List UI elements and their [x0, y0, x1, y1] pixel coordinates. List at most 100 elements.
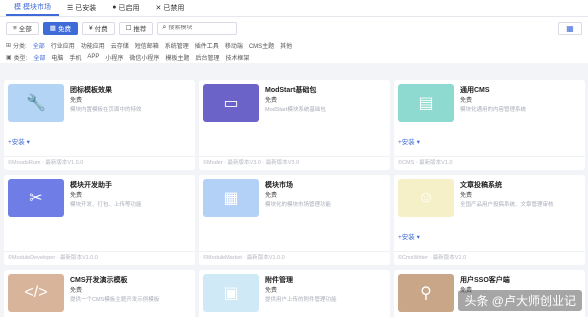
button-label: 免费: [57, 26, 71, 33]
module-icon: ✂: [29, 190, 43, 207]
tab-label: 已禁用: [163, 4, 185, 12]
module-price: 免费: [70, 288, 83, 294]
type-option[interactable]: 后台管理: [195, 53, 219, 62]
module-card[interactable]: ▣ 附件管理 免费 提供用户上传的附件管理功能: [199, 270, 390, 317]
category-option[interactable]: 短信邮箱: [135, 41, 159, 50]
type-option[interactable]: 技术框架: [225, 53, 249, 62]
module-card[interactable]: ▦ 模块市场 免费 模块化的模块市场管理功能 ©ModuleMarket · 最…: [199, 175, 390, 265]
button-label: 全部: [18, 26, 32, 33]
module-thumbnail: ⚲: [398, 274, 454, 312]
module-card[interactable]: 🔧 团标模板效果 免费 模块内置模板在页面中的特效 +安装 ▾ ©MoudoRu…: [4, 80, 195, 170]
tab-module-market[interactable]: 模 模块市场: [6, 0, 59, 16]
module-description: 模块内置模板在页面中的特效: [70, 107, 142, 113]
module-description: 模块化通用的内容管理系统: [460, 107, 527, 113]
divider: [4, 251, 195, 252]
type-option[interactable]: 手机: [69, 53, 81, 62]
category-option[interactable]: 功能应用: [81, 41, 105, 50]
module-title[interactable]: CMS开发演示模板: [70, 275, 128, 285]
module-title[interactable]: 附件管理: [265, 275, 293, 285]
module-meta: ©Moder · 最新版本V3.0 · 最新版本V3.0: [203, 160, 300, 166]
type-option[interactable]: 微信小程序: [129, 53, 159, 62]
tab-enabled[interactable]: ● 已启用: [104, 0, 147, 16]
type-option[interactable]: APP: [87, 54, 99, 60]
module-thumbnail: ✂: [8, 179, 64, 217]
label-text: 类型:: [13, 55, 28, 62]
module-card[interactable]: ▭ ModStart基础包 免费 ModStart模块系统基础包 ©Moder …: [199, 80, 390, 170]
module-description: 提供一个CMS模板主题开发示例模板: [70, 297, 160, 303]
module-thumbnail: </>: [8, 274, 64, 312]
filter-all-button[interactable]: ≡ 全部: [6, 21, 39, 35]
close-icon: ✕: [155, 4, 162, 12]
search-icon: ⌕: [162, 24, 167, 31]
type-option[interactable]: 电脑: [51, 53, 63, 62]
module-title[interactable]: 模块市场: [265, 180, 293, 190]
module-thumbnail: ▤: [398, 84, 454, 122]
grid-icon: ⊞: [6, 42, 12, 49]
module-price: 免费: [460, 98, 473, 104]
install-button[interactable]: +安装 ▾: [398, 231, 420, 241]
grid-view-icon: ▦: [566, 23, 574, 33]
module-description: 提供用户上传的附件管理功能: [265, 297, 337, 303]
module-description: 模块开发、打包、上传等功能: [70, 202, 142, 208]
install-button[interactable]: +安装 ▾: [398, 136, 420, 146]
module-thumbnail: 🔧: [8, 84, 64, 122]
module-meta: ©CMS · 最新版本V1.0: [398, 160, 453, 166]
install-button[interactable]: +安装 ▾: [8, 136, 30, 146]
module-card[interactable]: ✂ 模块开发助手 免费 模块开发、打包、上传等功能 ©ModuleDevelop…: [4, 175, 195, 265]
type-filter: ▣ 类型: 全部 电脑 手机 APP 小程序 微信小程序 模板主题 后台管理 技…: [0, 51, 588, 63]
tab-label: 已启用: [118, 4, 140, 12]
divider: [4, 156, 195, 157]
filter-free-button[interactable]: ▦ 免费: [42, 21, 78, 35]
module-icon: ☺: [417, 189, 435, 206]
module-meta: ©ModuleDeveloper · 最新版本V1.0.0: [8, 255, 98, 261]
filter-paid-button[interactable]: ¥ 付费: [81, 21, 115, 35]
category-option[interactable]: CMS主题: [249, 41, 274, 50]
module-description: ModStart模块系统基础包: [265, 107, 326, 113]
search-input[interactable]: [168, 25, 237, 31]
module-card[interactable]: </> CMS开发演示模板 免费 提供一个CMS模板主题开发示例模板: [4, 270, 195, 317]
module-title[interactable]: ModStart基础包: [265, 85, 316, 95]
module-description: 模块化的模块市场管理功能: [265, 202, 332, 208]
module-price: 免费: [265, 98, 278, 104]
tab-label: 已安装: [75, 4, 97, 12]
module-card[interactable]: ☺ 文章投稿系统 免费 全国产品用户投稿系统、文章管理审核 +安装 ▾ ©Cms…: [394, 175, 585, 265]
module-price: 免费: [70, 98, 83, 104]
module-title[interactable]: 通用CMS: [460, 85, 490, 95]
check-circle-icon: ●: [112, 4, 117, 11]
type-option[interactable]: 模板主题: [165, 53, 189, 62]
module-description: 全国产品用户投稿系统、文章管理审核: [460, 202, 554, 208]
checkbox-icon: ☐: [125, 25, 132, 32]
type-option[interactable]: 全部: [33, 53, 45, 62]
module-icon: ▣: [223, 285, 239, 302]
module-title[interactable]: 文章投稿系统: [460, 180, 502, 190]
module-card[interactable]: ▤ 通用CMS 免费 模块化通用的内容管理系统 +安装 ▾ ©CMS · 最新版…: [394, 80, 585, 170]
module-icon: 🔧: [26, 95, 46, 112]
category-option[interactable]: 移动端: [225, 41, 243, 50]
module-price: 免费: [70, 193, 83, 199]
module-thumbnail: ▣: [203, 274, 259, 312]
module-title[interactable]: 用户SSO客户端: [460, 275, 510, 285]
type-filter-label: ▣ 类型:: [6, 53, 27, 62]
button-label: 推荐: [133, 26, 147, 33]
category-option[interactable]: 系统管理: [165, 41, 189, 50]
view-toggle-button[interactable]: ▦: [558, 21, 582, 35]
tab-installed[interactable]: ☰ 已安装: [59, 0, 104, 16]
category-option[interactable]: 插件工具: [195, 41, 219, 50]
filter-recommend-button[interactable]: ☐ 推荐: [118, 21, 154, 35]
tab-disabled[interactable]: ✕ 已禁用: [148, 0, 193, 16]
type-option[interactable]: 小程序: [105, 53, 123, 62]
module-icon: ⚲: [420, 285, 432, 302]
category-filter-label: ⊞ 分类:: [6, 41, 27, 50]
list-icon: ≡: [13, 24, 17, 32]
module-title[interactable]: 模块开发助手: [70, 180, 112, 190]
module-price: 免费: [460, 193, 473, 199]
category-option[interactable]: 行业应用: [51, 41, 75, 50]
module-title[interactable]: 团标模板效果: [70, 85, 112, 95]
divider: [394, 251, 585, 252]
category-option[interactable]: 全部: [33, 41, 45, 50]
button-label: 付费: [94, 26, 108, 33]
module-price: 免费: [265, 193, 278, 199]
category-option[interactable]: 其他: [280, 41, 292, 50]
list-icon: ☰: [67, 4, 74, 12]
category-option[interactable]: 云存储: [111, 41, 129, 50]
